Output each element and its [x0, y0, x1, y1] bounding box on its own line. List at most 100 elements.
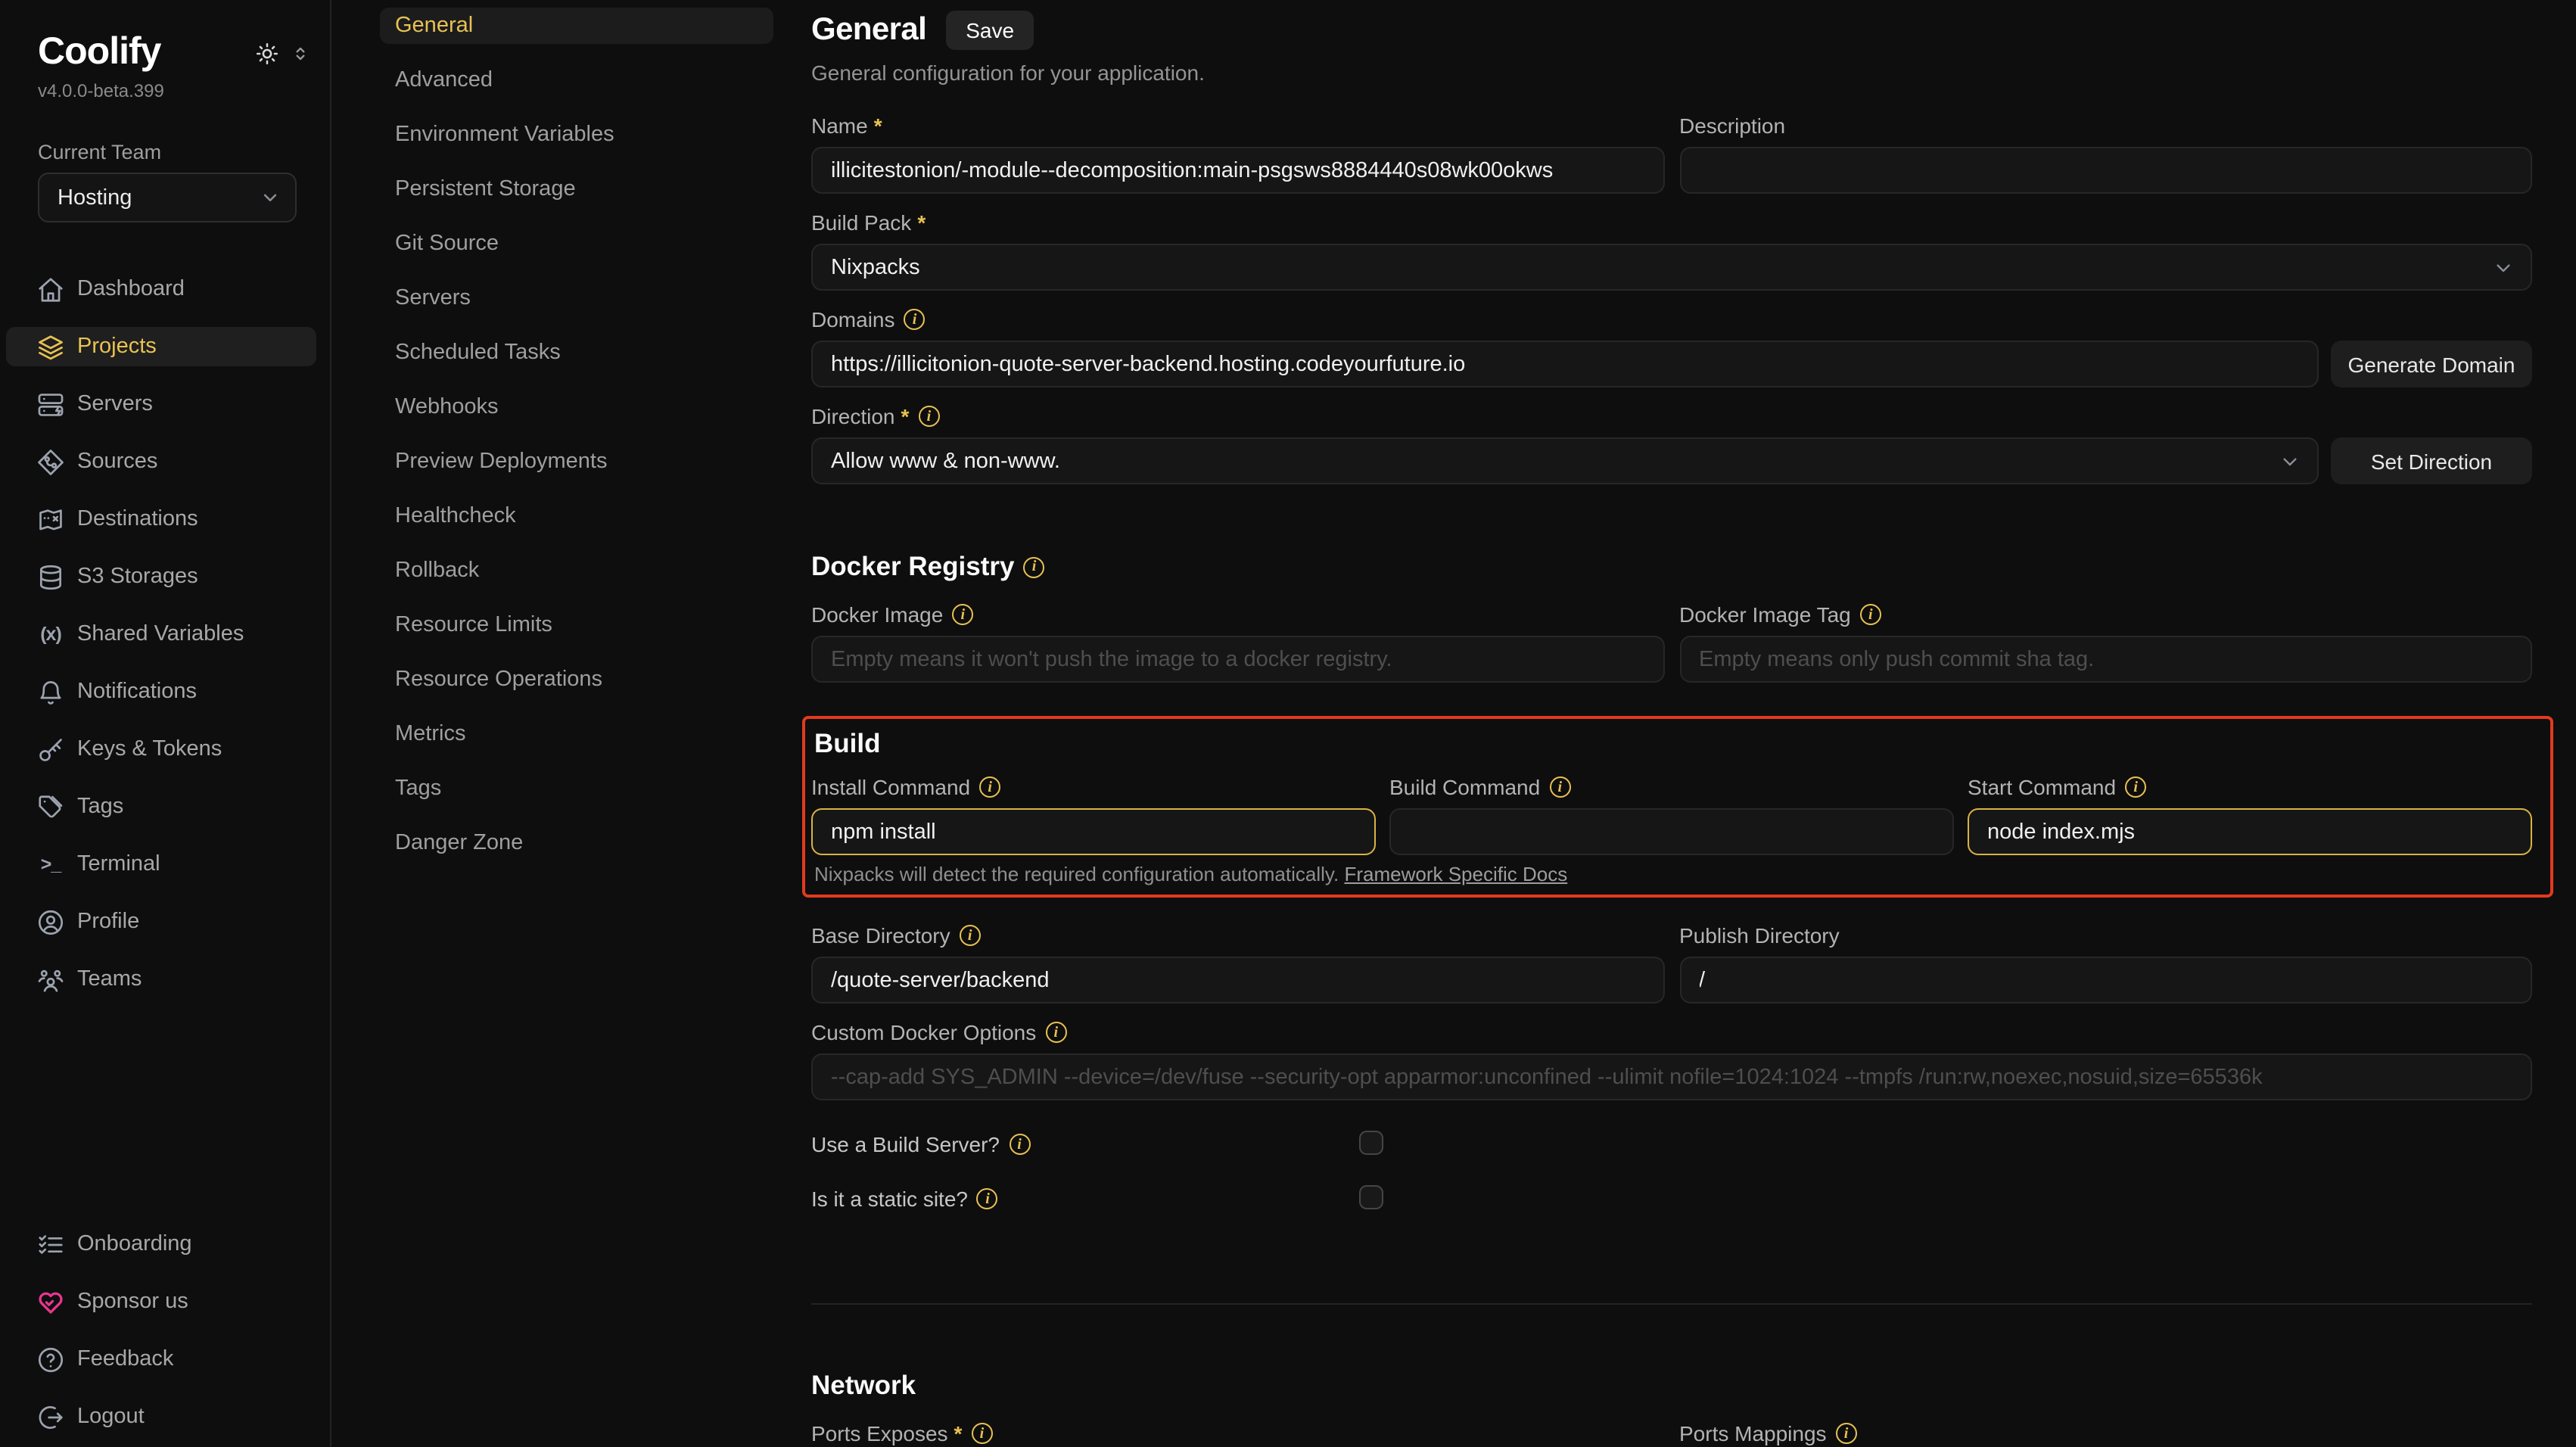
save-button[interactable]: Save — [946, 11, 1034, 50]
static-site-checkbox[interactable] — [1359, 1185, 1383, 1209]
sidebar-item-shared-variables[interactable]: (x) Shared Variables — [6, 615, 316, 654]
nav-item-environment-variables[interactable]: Environment Variables — [380, 117, 773, 153]
direction-select[interactable]: Allow www & non-www. — [811, 437, 2319, 484]
domains-label: Domains — [811, 307, 895, 331]
description-input[interactable] — [1679, 147, 2532, 194]
start-command-field: Start Command i — [1968, 773, 2532, 855]
nav-item-resource-operations[interactable]: Resource Operations — [380, 661, 773, 698]
user-circle-icon — [36, 907, 65, 936]
nav-item-scheduled-tasks[interactable]: Scheduled Tasks — [380, 335, 773, 371]
nav-item-persistent-storage[interactable]: Persistent Storage — [380, 171, 773, 207]
sidebar-item-label: Teams — [77, 967, 142, 991]
sidebar-item-onboarding[interactable]: Onboarding — [6, 1225, 316, 1264]
sidebar-item-label: S3 Storages — [77, 565, 198, 589]
framework-docs-link[interactable]: Framework Specific Docs — [1344, 863, 1567, 885]
docker-image-input[interactable] — [811, 636, 1664, 683]
publish-directory-input[interactable] — [1679, 957, 2532, 1004]
info-icon[interactable]: i — [2125, 776, 2146, 798]
use-build-server-checkbox[interactable] — [1359, 1131, 1383, 1155]
chevron-down-icon — [259, 186, 282, 209]
section-divider — [811, 1303, 2532, 1305]
sidebar-item-sources[interactable]: Sources — [6, 442, 316, 481]
info-icon[interactable]: i — [1549, 776, 1570, 798]
nav-item-preview-deployments[interactable]: Preview Deployments — [380, 443, 773, 480]
info-icon[interactable]: i — [1009, 1134, 1030, 1155]
nav-item-metrics[interactable]: Metrics — [380, 716, 773, 752]
team-select[interactable]: Hosting — [38, 173, 297, 222]
domains-input[interactable] — [811, 341, 2319, 387]
nav-item-healthcheck[interactable]: Healthcheck — [380, 498, 773, 534]
sidebar-item-destinations[interactable]: Destinations — [6, 499, 316, 539]
bell-icon — [36, 677, 65, 706]
static-site-row: Is it a static site?i — [811, 1182, 2532, 1215]
sidebar-item-tags[interactable]: Tags — [6, 787, 316, 826]
use-build-server-label: Use a Build Server? — [811, 1132, 1000, 1156]
layers-icon — [36, 332, 65, 361]
name-field: Name* — [811, 112, 1664, 194]
network-heading: Network — [811, 1370, 2532, 1402]
docker-image-tag-input[interactable] — [1679, 636, 2532, 683]
info-icon[interactable]: i — [918, 406, 939, 427]
app-version: v4.0.0-beta.399 — [38, 80, 164, 101]
nav-item-tags[interactable]: Tags — [380, 770, 773, 807]
sidebar-item-sponsor-us[interactable]: Sponsor us — [6, 1282, 316, 1321]
nav-item-git-source[interactable]: Git Source — [380, 226, 773, 262]
generate-domain-button[interactable]: Generate Domain — [2331, 341, 2532, 387]
chevron-down-icon — [2491, 255, 2515, 279]
info-icon[interactable]: i — [1836, 1423, 1857, 1444]
nav-item-danger-zone[interactable]: Danger Zone — [380, 825, 773, 861]
settings-nav: General Advanced Environment Variables P… — [331, 0, 811, 879]
sidebar-item-keys-tokens[interactable]: Keys & Tokens — [6, 730, 316, 769]
sidebar-item-teams[interactable]: Teams — [6, 960, 316, 999]
chevron-down-icon — [2278, 449, 2302, 473]
info-icon[interactable]: i — [977, 1188, 998, 1209]
nixpacks-note: Nixpacks will detect the required config… — [814, 863, 2532, 885]
docker-image-label: Docker Image — [811, 602, 943, 627]
sidebar-item-dashboard[interactable]: Dashboard — [6, 269, 316, 309]
info-icon[interactable]: i — [1023, 556, 1044, 577]
description-label: Description — [1679, 114, 1785, 138]
start-command-label: Start Command — [1968, 775, 2116, 799]
info-icon[interactable]: i — [960, 925, 981, 946]
info-icon[interactable]: i — [904, 309, 926, 330]
info-icon[interactable]: i — [1045, 1022, 1066, 1043]
required-mark: * — [954, 1421, 963, 1445]
build-heading: Build — [814, 728, 2532, 760]
sidebar-item-servers[interactable]: Servers — [6, 384, 316, 424]
sidebar-item-logout[interactable]: Logout — [6, 1397, 316, 1436]
sidebar-item-projects[interactable]: Projects — [6, 327, 316, 366]
sidebar-item-label: Sources — [77, 450, 157, 474]
nav-item-servers[interactable]: Servers — [380, 280, 773, 316]
app-logo[interactable]: Coolify — [38, 30, 164, 74]
info-icon[interactable]: i — [979, 776, 1000, 798]
build-pack-select[interactable]: Nixpacks — [811, 244, 2532, 291]
publish-directory-label: Publish Directory — [1679, 923, 1840, 948]
sidebar-item-profile[interactable]: Profile — [6, 902, 316, 941]
custom-docker-options-input[interactable] — [811, 1053, 2532, 1100]
nav-item-general[interactable]: General — [380, 8, 773, 44]
direction-value: Allow www & non-www. — [831, 449, 1060, 473]
build-command-field: Build Commandi — [1389, 773, 1954, 855]
sidebar-header: Coolify v4.0.0-beta.399 — [38, 30, 310, 101]
start-command-input[interactable] — [1968, 808, 2532, 855]
nav-item-rollback[interactable]: Rollback — [380, 552, 773, 589]
sidebar-item-s3-storages[interactable]: S3 Storages — [6, 557, 316, 596]
nav-item-advanced[interactable]: Advanced — [380, 62, 773, 98]
description-field: Description — [1679, 112, 2532, 194]
base-directory-input[interactable] — [811, 957, 1664, 1004]
nav-item-resource-limits[interactable]: Resource Limits — [380, 607, 773, 643]
sidebar-item-notifications[interactable]: Notifications — [6, 672, 316, 711]
build-command-input[interactable] — [1389, 808, 1954, 855]
name-input[interactable] — [811, 147, 1664, 194]
install-command-input[interactable] — [811, 808, 1376, 855]
info-icon[interactable]: i — [1860, 604, 1881, 625]
sun-icon[interactable] — [254, 41, 280, 67]
nav-item-webhooks[interactable]: Webhooks — [380, 389, 773, 425]
sidebar-item-terminal[interactable]: >_ Terminal — [6, 845, 316, 884]
set-direction-button[interactable]: Set Direction — [2331, 437, 2532, 484]
sidebar-item-feedback[interactable]: Feedback — [6, 1340, 316, 1379]
sidebar-item-label: Servers — [77, 392, 153, 416]
info-icon[interactable]: i — [952, 604, 973, 625]
chevrons-up-down-icon[interactable] — [291, 44, 310, 64]
info-icon[interactable]: i — [971, 1423, 992, 1444]
